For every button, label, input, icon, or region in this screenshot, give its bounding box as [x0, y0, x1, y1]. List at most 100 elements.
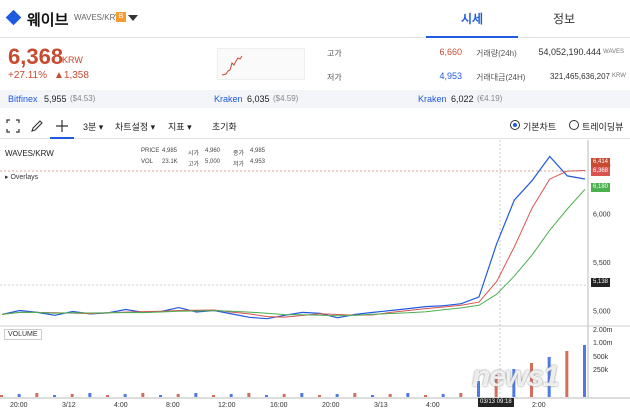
- volume-unit: WAVES: [603, 49, 627, 55]
- y-tick-label: 5,500: [593, 260, 611, 267]
- x-tick-label: 20:00: [322, 402, 340, 409]
- sparkline-chart: [217, 48, 305, 80]
- x-tick-label: 4:00: [426, 402, 440, 409]
- price-tag-current: 6,368: [591, 167, 610, 176]
- change-amount: ▲1,358: [54, 70, 89, 81]
- volume-bar: [71, 394, 74, 397]
- ohlc-price-value: 4,985: [162, 148, 177, 154]
- exchange-badge-icon: B: [116, 12, 126, 22]
- volume-bar: [353, 393, 356, 397]
- ohlc-vol-label: VOL: [141, 159, 153, 165]
- volume-bar: [177, 394, 180, 397]
- volume-bar: [0, 395, 3, 397]
- x-tick-label: 4:00: [114, 402, 128, 409]
- coin-name: 웨이브: [27, 9, 68, 30]
- chevron-down-icon[interactable]: [128, 15, 138, 21]
- volume-bar: [283, 394, 286, 397]
- tradingview-label: 트레이딩뷰: [582, 120, 623, 133]
- volume-bar: [230, 394, 233, 397]
- basic-chart-label: 기본차트: [523, 120, 556, 133]
- ma-short-line: [2, 171, 585, 318]
- volume-bar: [159, 395, 162, 397]
- price-tag-high: 6,414: [591, 158, 610, 167]
- exchange-usd: ($4.53): [70, 94, 95, 103]
- volume-bar: [194, 393, 197, 397]
- y-tick-label: 6,000: [593, 212, 611, 219]
- interval-select[interactable]: 3분 ▾: [83, 120, 103, 133]
- volume-bar: [300, 393, 303, 397]
- price-tag-ma: 6,180: [591, 183, 610, 192]
- chart-toolbar: 3분 ▾ 차트설정 ▾ 지표 ▾ 초기화 기본차트 트레이딩뷰: [0, 113, 630, 139]
- current-price: 6,368: [8, 44, 63, 70]
- chart-symbol: WAVES/KRW: [5, 149, 54, 158]
- volume-tick-label: 500k: [593, 354, 609, 361]
- y-tick-label: 5,000: [593, 308, 611, 315]
- ohlc-open-label: 시가: [188, 148, 199, 157]
- volume-bar: [424, 395, 427, 397]
- indicators-menu[interactable]: 지표 ▾: [168, 120, 192, 133]
- basic-chart-radio[interactable]: [510, 120, 520, 130]
- volume-bar: [88, 393, 91, 397]
- chart-settings-menu[interactable]: 차트설정 ▾: [115, 120, 155, 133]
- tab-info[interactable]: 정보: [518, 0, 610, 38]
- volume-tick-label: 250k: [593, 367, 609, 374]
- volume-value: 54,052,190.444: [526, 47, 601, 57]
- volume-bar: [247, 393, 250, 397]
- change-rate: +27.11%: [8, 70, 47, 81]
- volume-tick-label: 1.00m: [593, 340, 613, 347]
- ohlc-open-value: 4,960: [205, 148, 220, 154]
- low-label: 저가: [327, 72, 342, 83]
- volume-bar: [336, 394, 339, 397]
- volume-tick-label: 2.00m: [593, 327, 613, 334]
- ohlc-low-label: 저가: [233, 159, 244, 168]
- ohlc-close-label: 종가: [233, 148, 244, 157]
- volume-bar: [141, 393, 144, 397]
- high-label: 고가: [327, 48, 342, 59]
- volume-bar: [565, 351, 568, 397]
- amount-value: 321,465,636,207: [528, 72, 610, 81]
- ohlc-low-value: 4,953: [250, 159, 265, 165]
- volume-label: 거래량(24h): [476, 48, 517, 59]
- fullscreen-icon[interactable]: [6, 119, 20, 133]
- volume-bar: [389, 394, 392, 397]
- volume-bar: [124, 394, 127, 397]
- exchange-usd: (€4.19): [477, 94, 502, 103]
- ohlc-vol-value: 23.1K: [162, 159, 178, 165]
- volume-bar: [406, 393, 409, 397]
- coin-logo-icon: [6, 10, 22, 26]
- volume-bar: [212, 395, 215, 397]
- exchange-price: 6,022: [451, 94, 474, 104]
- exchange-name[interactable]: Kraken: [214, 94, 243, 104]
- news-watermark-logo: news1: [472, 360, 559, 394]
- volume-bar: [106, 395, 109, 397]
- volume-bar: [442, 394, 445, 397]
- exchange-price-row: Bitfinex 5,955 ($4.53) Kraken 6,035 ($4.…: [0, 90, 630, 108]
- high-value: 6,660: [410, 47, 462, 57]
- ohlc-high-value: 5,000: [205, 159, 220, 165]
- x-tick-label: 2:00: [532, 402, 546, 409]
- volume-panel-label: VOLUME: [4, 329, 42, 340]
- tradingview-radio[interactable]: [569, 120, 579, 130]
- exchange-usd: ($4.59): [273, 94, 298, 103]
- exchange-name[interactable]: Bitfinex: [8, 94, 38, 104]
- volume-bar: [583, 345, 586, 397]
- crosshair-icon[interactable]: [55, 119, 69, 133]
- overlays-toggle[interactable]: ▸ Overlays: [5, 173, 38, 181]
- volume-bar: [265, 395, 268, 397]
- exchange-price: 5,955: [44, 94, 67, 104]
- x-tick-label: 12:00: [218, 402, 236, 409]
- ohlc-high-label: 고가: [188, 159, 199, 168]
- price-tag-crosshair: 5,138: [591, 278, 610, 287]
- ma-long-line: [2, 189, 585, 315]
- crosshair-date-tag: 03/13 09:18: [478, 398, 514, 407]
- x-tick-label: 16:00: [270, 402, 288, 409]
- amount-unit: KRW: [612, 73, 628, 79]
- pencil-icon[interactable]: [30, 119, 44, 133]
- x-tick-label: 3/13: [374, 402, 388, 409]
- price-line: [2, 157, 585, 319]
- reset-button[interactable]: 초기화: [212, 120, 237, 133]
- tab-market[interactable]: 시세: [426, 0, 518, 38]
- exchange-name[interactable]: Kraken: [418, 94, 447, 104]
- x-tick-label: 8:00: [166, 402, 180, 409]
- amount-label: 거래대금(24H): [476, 72, 525, 83]
